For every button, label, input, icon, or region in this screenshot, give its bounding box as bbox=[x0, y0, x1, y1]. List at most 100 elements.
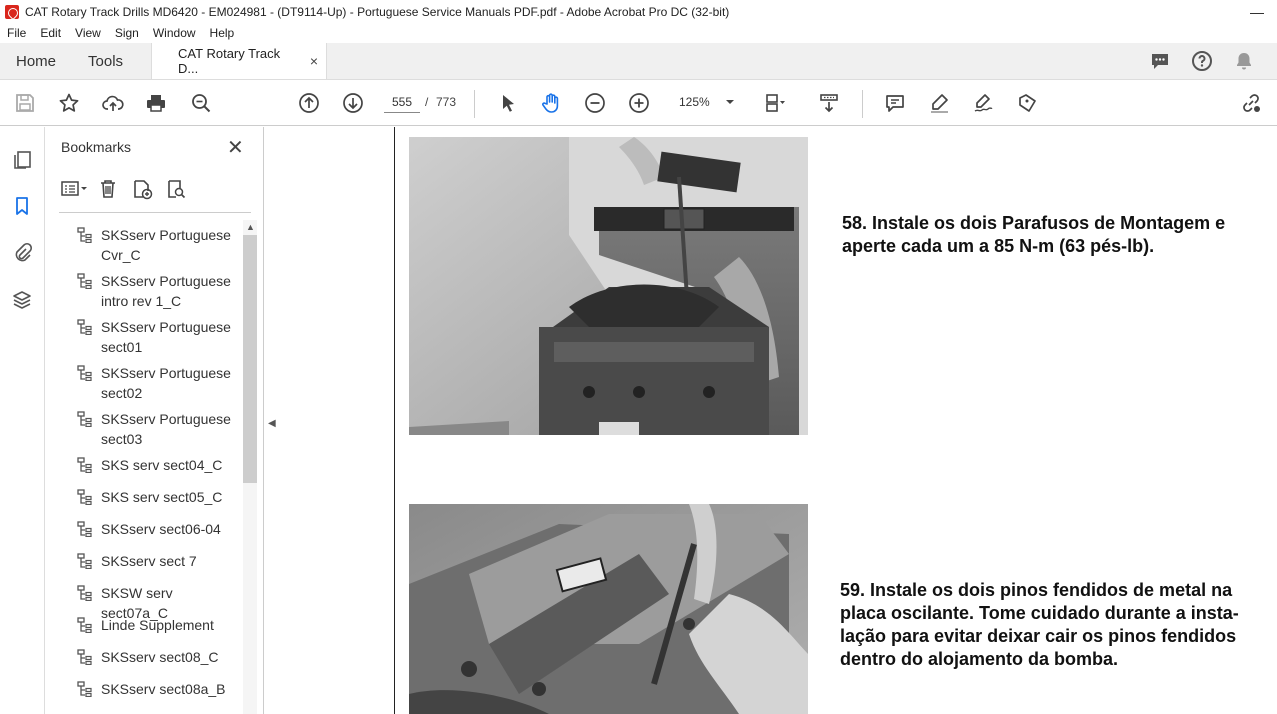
pump-bolt-photo bbox=[409, 137, 808, 435]
zoom-out-icon[interactable] bbox=[583, 91, 607, 115]
menu-window[interactable]: Window bbox=[146, 26, 203, 40]
bookmark-label: SKSserv Portuguese intro rev 1_C bbox=[101, 273, 231, 309]
print-icon[interactable] bbox=[144, 91, 168, 115]
star-icon[interactable] bbox=[57, 91, 81, 115]
bookmark-tree-icon bbox=[77, 273, 92, 289]
bookmark-item[interactable]: SKSserv sect06-04 bbox=[77, 519, 241, 539]
bookmark-label: SKSserv sect08a_B bbox=[101, 681, 226, 697]
bookmark-item[interactable]: SKSserv Portuguese Cvr_C bbox=[77, 225, 241, 265]
close-tab-icon[interactable]: × bbox=[310, 53, 318, 69]
menu-view[interactable]: View bbox=[68, 26, 108, 40]
page-display-icon[interactable] bbox=[762, 91, 786, 115]
page-number-input[interactable]: 555 bbox=[384, 91, 420, 113]
bell-icon[interactable] bbox=[1223, 50, 1265, 72]
share-link-icon[interactable] bbox=[1239, 91, 1263, 115]
tab-document[interactable]: CAT Rotary Track D... × bbox=[151, 43, 328, 79]
bookmark-label: SKSserv Portuguese sect02 bbox=[101, 365, 231, 401]
menu-edit[interactable]: Edit bbox=[33, 26, 68, 40]
stamp-icon[interactable] bbox=[1015, 91, 1039, 115]
bookmark-item[interactable]: SKSserv Portuguese intro rev 1_C bbox=[77, 271, 241, 311]
bookmark-icon[interactable] bbox=[11, 195, 33, 217]
toolbar-divider bbox=[862, 90, 863, 118]
hand-tool-icon[interactable] bbox=[539, 91, 563, 115]
upload-cloud-icon[interactable] bbox=[101, 91, 125, 115]
bookmark-item[interactable]: SKSserv sect08_C bbox=[77, 647, 241, 667]
attachment-icon[interactable] bbox=[11, 241, 33, 263]
bookmark-item[interactable]: Linde Supplement bbox=[77, 615, 241, 635]
bookmark-item[interactable]: SKS serv sect05_C bbox=[77, 487, 241, 507]
menu-sign[interactable]: Sign bbox=[108, 26, 146, 40]
menu-help[interactable]: Help bbox=[203, 26, 242, 40]
pump-pin-illustration bbox=[409, 504, 808, 714]
bookmark-tree-icon bbox=[77, 649, 92, 665]
select-cursor-icon[interactable] bbox=[496, 91, 520, 115]
bookmark-item[interactable]: SKSserv Portuguese sect03 bbox=[77, 409, 241, 449]
save-icon[interactable] bbox=[13, 91, 37, 115]
add-comment-icon[interactable] bbox=[883, 91, 907, 115]
acrobat-logo-icon bbox=[5, 4, 19, 19]
bookmark-label: SKS serv sect05_C bbox=[101, 489, 223, 505]
next-page-icon[interactable] bbox=[341, 91, 365, 115]
bookmark-label: SKSserv Portuguese Cvr_C bbox=[101, 227, 231, 263]
highlight-pen-icon[interactable] bbox=[927, 91, 951, 115]
bookmark-tree-icon bbox=[77, 681, 92, 697]
bookmark-tree-icon bbox=[77, 411, 92, 427]
title-bar: CAT Rotary Track Drills MD6420 - EM02498… bbox=[0, 0, 1277, 23]
bookmarks-panel: Bookmarks ✕ SKSserv Portuguese Cvr_C SKS… bbox=[45, 127, 264, 714]
bookmark-tree-icon bbox=[77, 365, 92, 381]
bookmarks-divider bbox=[59, 212, 251, 213]
chevron-down-icon bbox=[726, 100, 734, 104]
bookmark-item[interactable]: SKSserv Portuguese sect02 bbox=[77, 363, 241, 403]
bookmark-tree-icon bbox=[77, 457, 92, 473]
new-bookmark-icon[interactable] bbox=[127, 177, 157, 201]
bookmark-tree-icon bbox=[77, 585, 92, 601]
page-border bbox=[394, 127, 395, 714]
bookmark-label: SKSserv sect 7 bbox=[101, 553, 197, 569]
tab-tools[interactable]: Tools bbox=[72, 43, 139, 79]
bookmark-tree-icon bbox=[77, 553, 92, 569]
bookmark-item[interactable]: SKS serv sect04_C bbox=[77, 455, 241, 475]
bookmark-tree-icon bbox=[77, 617, 92, 633]
find-bookmark-icon[interactable] bbox=[161, 177, 191, 201]
minimize-button[interactable]: — bbox=[1237, 4, 1277, 20]
bookmark-label: SKSserv sect08_C bbox=[101, 649, 219, 665]
previous-page-icon[interactable] bbox=[297, 91, 321, 115]
zoom-in-icon[interactable] bbox=[627, 91, 651, 115]
bookmark-tree-icon bbox=[77, 521, 92, 537]
scroll-up-icon[interactable]: ▲ bbox=[246, 222, 255, 232]
bookmark-label: SKSserv Portuguese sect01 bbox=[101, 319, 231, 355]
page-thumbnails-icon[interactable] bbox=[11, 149, 33, 171]
close-panel-icon[interactable]: ✕ bbox=[227, 135, 244, 160]
page-separator: / bbox=[425, 95, 429, 109]
step-59-text: 59. Instale os dois pinos fendidos de me… bbox=[840, 580, 1239, 669]
collapse-panel-icon[interactable]: ◀ bbox=[268, 418, 276, 429]
help-icon[interactable] bbox=[1181, 50, 1223, 72]
menu-file[interactable]: File bbox=[0, 26, 33, 40]
zoom-level-value: 125% bbox=[679, 95, 710, 109]
bookmark-options-icon[interactable] bbox=[59, 177, 89, 201]
draw-signature-icon[interactable] bbox=[971, 91, 995, 115]
layers-icon[interactable] bbox=[11, 289, 33, 311]
scroll-mode-icon[interactable] bbox=[817, 91, 841, 115]
zoom-search-icon[interactable] bbox=[189, 91, 213, 115]
bookmark-label: SKSserv Portuguese sect03 bbox=[101, 411, 231, 447]
comment-icon[interactable] bbox=[1139, 50, 1181, 72]
delete-bookmark-icon[interactable] bbox=[93, 177, 123, 201]
window-title: CAT Rotary Track Drills MD6420 - EM02498… bbox=[25, 4, 730, 19]
scrollbar-thumb[interactable] bbox=[243, 235, 257, 483]
bookmark-item[interactable]: SKSserv Portuguese sect01 bbox=[77, 317, 241, 357]
tab-home[interactable]: Home bbox=[0, 43, 72, 79]
page-total: 773 bbox=[436, 95, 457, 109]
zoom-level-select[interactable]: 125% bbox=[671, 91, 739, 113]
bookmarks-scrollbar[interactable]: ▲ bbox=[243, 220, 257, 714]
bookmark-tree-icon bbox=[77, 489, 92, 505]
bookmark-item[interactable]: SKSserv sect 7 bbox=[77, 551, 241, 571]
bookmark-tree-icon bbox=[77, 227, 92, 243]
bookmarks-header: Bookmarks bbox=[61, 139, 132, 155]
bookmark-label: SKSserv sect06-04 bbox=[101, 521, 221, 537]
tab-document-label: CAT Rotary Track D... bbox=[178, 46, 281, 76]
pump-bolt-illustration bbox=[409, 137, 808, 435]
menu-bar: File Edit View Sign Window Help bbox=[0, 23, 1277, 43]
bookmark-item[interactable]: SKSserv sect08a_B bbox=[77, 679, 241, 699]
bookmark-label: Linde Supplement bbox=[101, 617, 214, 633]
